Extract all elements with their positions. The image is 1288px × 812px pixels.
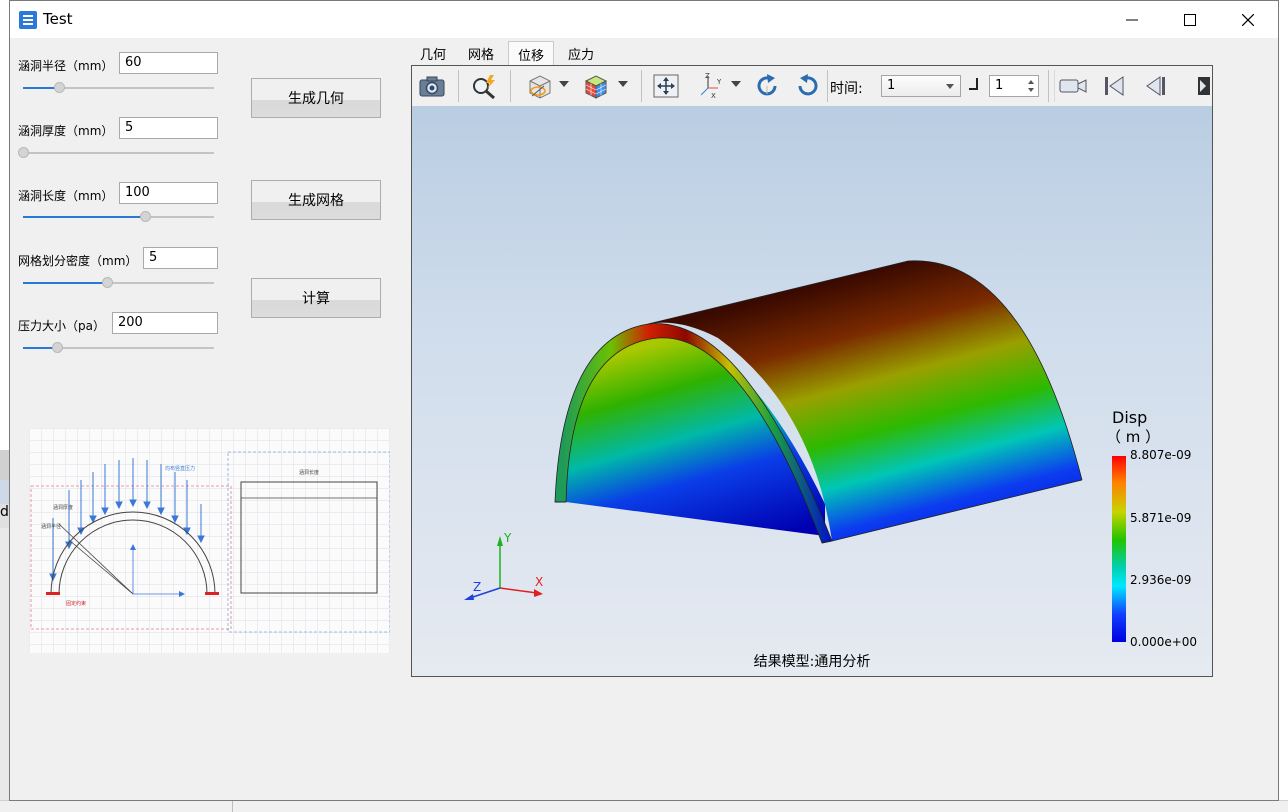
- thickness-annotation: 涵洞厚度: [53, 504, 73, 511]
- pressure-label: 压力大小（pa）: [18, 319, 105, 333]
- step-spinbox[interactable]: 1: [989, 75, 1039, 97]
- time-select[interactable]: 1: [881, 75, 961, 97]
- tab-displacement[interactable]: 位移: [508, 41, 554, 66]
- load-label: 均布竖直压力: [165, 465, 195, 472]
- close-button[interactable]: [1219, 1, 1277, 38]
- next-frame-icon[interactable]: [1190, 70, 1212, 102]
- record-video-icon[interactable]: [1057, 70, 1089, 102]
- rotate-ccw-icon[interactable]: [792, 70, 824, 102]
- schematic-diagram: 均布竖直压力 涵洞厚度 涵洞半径 固定约束 涵洞长度: [29, 428, 390, 653]
- tab-stress[interactable]: 应力: [560, 41, 602, 66]
- probe-icon[interactable]: [468, 70, 500, 102]
- legend-value-2: 5.871e-09: [1130, 511, 1192, 525]
- axes-dropdown[interactable]: [731, 81, 741, 87]
- generate-mesh-button[interactable]: 生成网格: [251, 180, 381, 220]
- background-taskbar-strip: [0, 800, 1288, 812]
- mesh-density-input[interactable]: 5: [143, 247, 218, 269]
- time-label: 时间:: [830, 81, 863, 97]
- result-caption: 结果模型:通用分析: [753, 654, 871, 670]
- tab-geometry[interactable]: 几何: [412, 41, 454, 66]
- length-label: 涵洞长度（mm）: [18, 189, 114, 203]
- result-viewer: ZYX 时间: 1 1 Y X Z Disp （ m ） 8.807e-09 5…: [411, 65, 1213, 677]
- radius-label: 涵洞半径（mm）: [18, 59, 114, 73]
- svg-text:Z: Z: [705, 72, 710, 80]
- app-icon: [19, 11, 37, 29]
- render-viewport[interactable]: Y X Z Disp （ m ） 8.807e-09 5.871e-09 2.9…: [412, 106, 1212, 676]
- radius-input[interactable]: 60: [119, 52, 218, 74]
- time-select-value: 1: [887, 78, 896, 93]
- side-view-frame: [227, 451, 390, 633]
- radius-annotation: 涵洞半径: [41, 523, 61, 530]
- title-bar[interactable]: Test: [10, 1, 1278, 38]
- rotate-cw-icon[interactable]: [751, 70, 783, 102]
- side-view-rect: [240, 481, 378, 594]
- axis-z-label: Z: [473, 580, 481, 594]
- camera-icon[interactable]: [416, 70, 448, 102]
- axis-triad: Y X Z: [464, 531, 543, 600]
- color-map-dropdown[interactable]: [618, 81, 628, 87]
- maximize-button[interactable]: [1161, 1, 1219, 38]
- display-mode-dropdown[interactable]: [559, 81, 569, 87]
- legend-value-max: 8.807e-09: [1130, 448, 1192, 462]
- thickness-slider[interactable]: [18, 147, 214, 159]
- axis-y-label: Y: [503, 531, 512, 545]
- viewer-toolbar: ZYX 时间: 1 1: [412, 66, 1212, 107]
- pressure-slider[interactable]: [23, 342, 214, 354]
- thickness-input[interactable]: 5: [119, 117, 218, 139]
- close-icon: [1242, 13, 1254, 26]
- display-mode-icon[interactable]: [522, 70, 554, 102]
- svg-text:Y: Y: [716, 78, 722, 86]
- radius-slider[interactable]: [23, 82, 214, 94]
- fit-view-icon[interactable]: [650, 70, 682, 102]
- svg-text:X: X: [711, 92, 716, 100]
- load-arrows: [49, 458, 205, 582]
- legend-title: Disp: [1112, 408, 1148, 427]
- step-value: 1: [995, 78, 1004, 93]
- window-title: Test: [43, 10, 73, 28]
- minimize-button[interactable]: [1103, 1, 1161, 38]
- right-support: [205, 592, 219, 595]
- legend-unit: （ m ）: [1106, 428, 1161, 446]
- legend-value-3: 2.936e-09: [1130, 573, 1192, 587]
- culvert-result-model: Y X Z: [464, 260, 1083, 600]
- mesh-density-slider[interactable]: [23, 277, 214, 289]
- color-map-icon[interactable]: [580, 70, 612, 102]
- length-slider[interactable]: [23, 211, 214, 223]
- length-annotation: 涵洞长度: [299, 469, 319, 476]
- length-input[interactable]: 100: [119, 182, 218, 204]
- previous-frame-icon[interactable]: [1139, 70, 1171, 102]
- legend-color-bar: [1112, 456, 1126, 642]
- mesh-density-label: 网格划分密度（mm）: [18, 254, 138, 268]
- thickness-label: 涵洞厚度（mm）: [18, 124, 114, 138]
- left-support: [46, 592, 60, 595]
- app-window: Test 涵洞半径（mm） 60 涵洞厚度（mm） 5 涵洞长度（mm） 100…: [9, 0, 1279, 801]
- generate-geometry-button[interactable]: 生成几何: [251, 78, 381, 118]
- legend-value-min: 0.000e+00: [1130, 635, 1198, 649]
- tab-mesh[interactable]: 网格: [460, 41, 502, 66]
- support-annotation: 固定约束: [66, 600, 86, 607]
- minimize-icon: [1126, 19, 1138, 20]
- pressure-input[interactable]: 200: [112, 312, 218, 334]
- first-frame-icon[interactable]: [1098, 70, 1130, 102]
- step-icon: [969, 78, 978, 90]
- compute-button[interactable]: 计算: [251, 278, 381, 318]
- maximize-icon: [1184, 13, 1196, 26]
- axis-x-label: X: [535, 575, 543, 589]
- axes-orientation-icon[interactable]: ZYX: [694, 70, 726, 102]
